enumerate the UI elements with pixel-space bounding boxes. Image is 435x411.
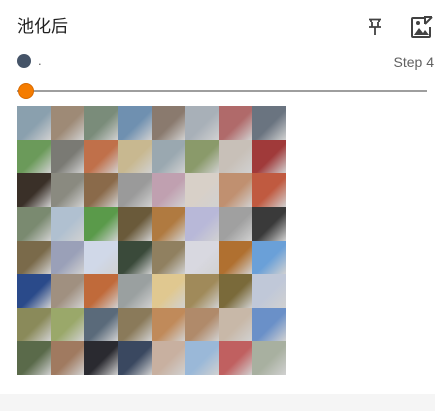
image-tile: [185, 206, 219, 241]
image-tile: [252, 173, 286, 207]
image-tile: [84, 274, 118, 308]
image-tile: [151, 307, 186, 342]
image-tile: [252, 274, 286, 308]
image-tile: [117, 206, 152, 241]
image-tile: [17, 139, 51, 174]
run-name: .: [38, 53, 42, 68]
image-tile: [218, 341, 253, 375]
image-tile: [252, 206, 286, 241]
run-color-dot: [17, 54, 31, 68]
image-tile: [17, 341, 51, 375]
image-tile: [17, 106, 51, 140]
image-tile: [17, 206, 51, 241]
image-tile: [252, 307, 286, 342]
step-slider[interactable]: [17, 81, 427, 101]
image-tile: [151, 240, 186, 275]
image-tile: [218, 139, 253, 174]
image-tile: [17, 307, 51, 342]
expand-image-button[interactable]: [410, 14, 435, 40]
image-tile: [218, 106, 253, 140]
step-label: Step 4: [393, 54, 434, 70]
footer-strip: [0, 394, 435, 411]
image-tile: [50, 139, 85, 174]
image-tile: [84, 106, 118, 140]
image-tile: [50, 173, 85, 207]
image-tile: [218, 240, 253, 275]
run-info-row: . Step 4: [17, 52, 435, 70]
image-tile: [84, 173, 118, 207]
image-tile: [185, 307, 219, 342]
image-tile: [151, 173, 186, 207]
image-tile: [117, 341, 152, 375]
image-tile: [17, 173, 51, 207]
image-tile: [50, 206, 85, 241]
image-tile: [252, 341, 286, 375]
image-tile: [117, 307, 152, 342]
image-tile: [117, 274, 152, 308]
image-tile: [185, 139, 219, 174]
image-tile: [84, 240, 118, 275]
image-tile: [117, 173, 152, 207]
image-tile: [252, 139, 286, 174]
image-tile: [218, 274, 253, 308]
image-tile: [185, 341, 219, 375]
image-tile: [218, 206, 253, 241]
image-tile: [84, 341, 118, 375]
image-tile: [151, 341, 186, 375]
image-grid-preview[interactable]: [17, 106, 286, 375]
fullscreen-image-icon: [411, 15, 435, 38]
image-tile: [185, 173, 219, 207]
image-tile: [50, 106, 85, 140]
card-title: 池化后: [17, 17, 68, 37]
image-tile: [151, 206, 186, 241]
image-tile: [50, 307, 85, 342]
image-tile: [17, 240, 51, 275]
image-tile: [84, 139, 118, 174]
image-tile: [218, 307, 253, 342]
image-tile: [151, 274, 186, 308]
image-tile: [50, 240, 85, 275]
image-tile: [151, 139, 186, 174]
image-tile: [84, 206, 118, 241]
image-tile: [117, 240, 152, 275]
image-tile: [117, 139, 152, 174]
slider-thumb[interactable]: [18, 83, 34, 99]
slider-track[interactable]: [17, 90, 427, 92]
image-tile: [50, 274, 85, 308]
image-tile: [185, 274, 219, 308]
image-tile: [252, 240, 286, 275]
image-card: 池化后 . Step 4: [0, 0, 435, 394]
image-tile: [252, 106, 286, 140]
image-tile: [17, 274, 51, 308]
image-tile: [185, 106, 219, 140]
pin-button[interactable]: [362, 14, 388, 40]
image-tile: [117, 106, 152, 140]
image-tile: [84, 307, 118, 342]
pin-icon: [369, 18, 381, 35]
image-tile: [185, 240, 219, 275]
image-tile: [151, 106, 186, 140]
image-tile: [50, 341, 85, 375]
image-tile: [218, 173, 253, 207]
